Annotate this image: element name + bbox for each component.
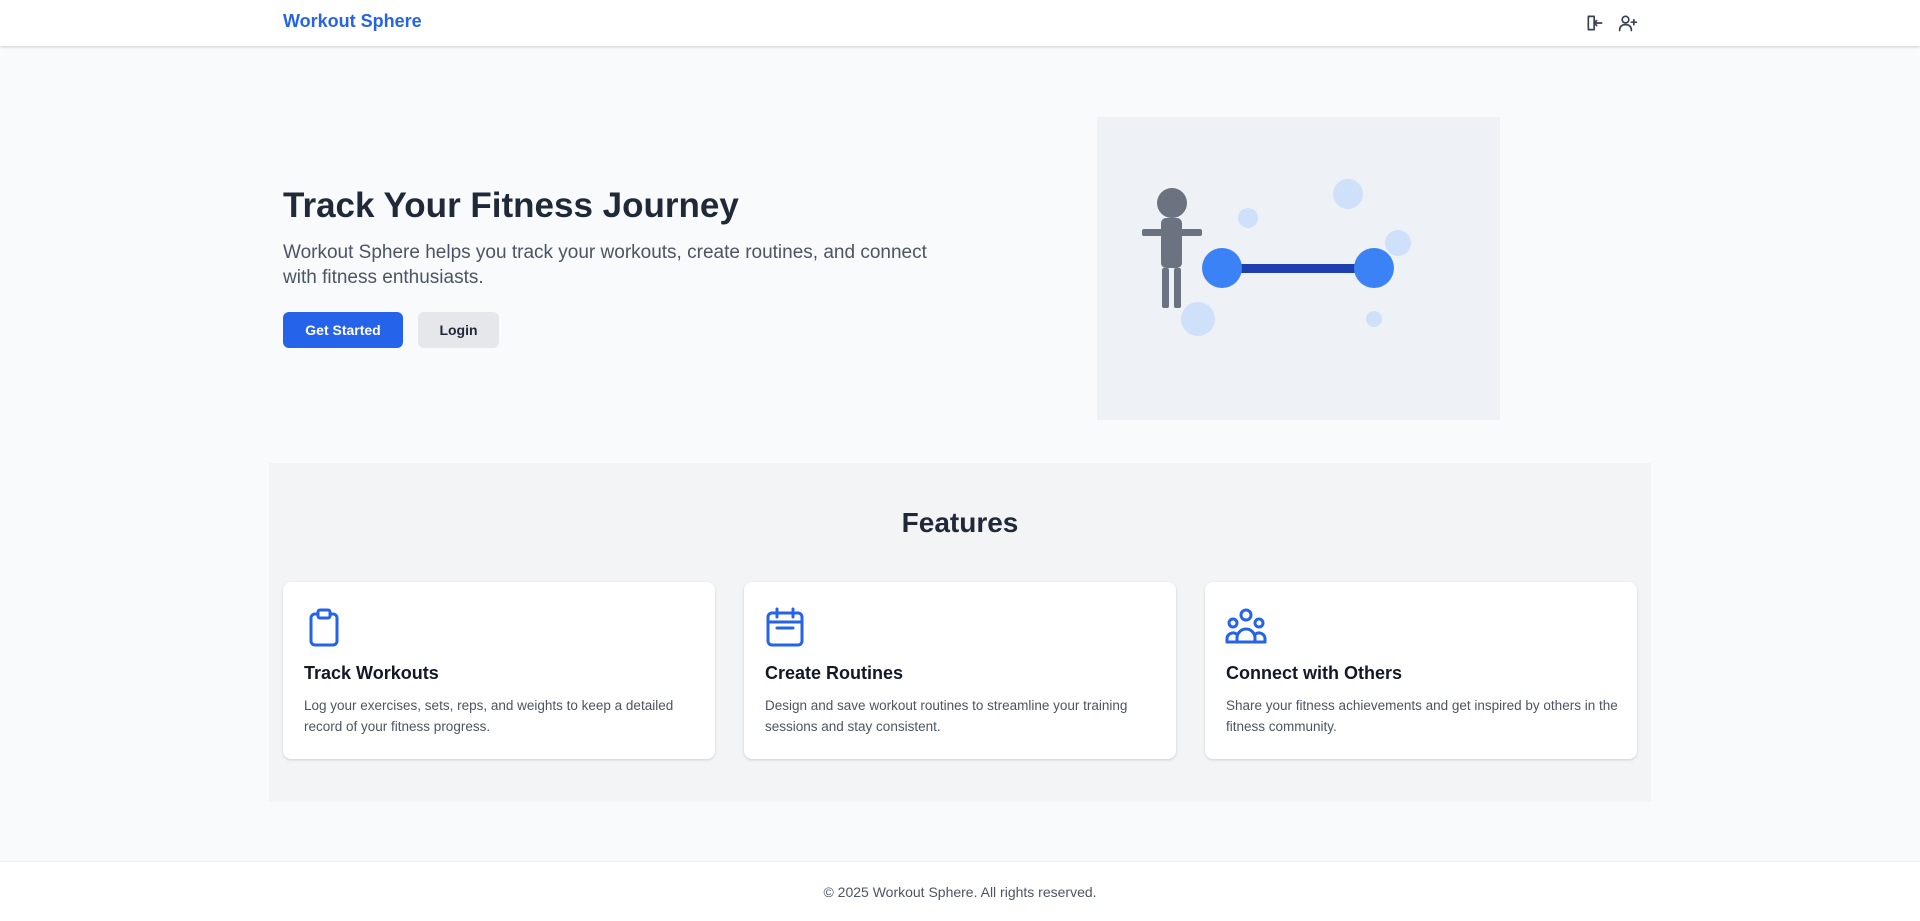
bubble — [1333, 179, 1363, 209]
bubble — [1181, 302, 1215, 336]
brand-logo[interactable]: Workout Sphere — [283, 11, 422, 32]
hero-subtitle: Workout Sphere helps you track your work… — [283, 242, 927, 288]
calendar-icon — [764, 606, 806, 648]
login-button[interactable]: Login — [418, 312, 499, 348]
get-started-button[interactable]: Get Started — [283, 312, 403, 348]
bubble — [1385, 230, 1411, 256]
users-icon — [1225, 606, 1267, 648]
barbell — [1202, 248, 1394, 288]
feature-card-connect-with-others: Connect with Others Share your fitness a… — [1205, 582, 1637, 759]
bubble — [1366, 311, 1382, 327]
feature-title: Track Workouts — [304, 663, 439, 683]
header-actions — [1585, 13, 1638, 33]
footer: © 2025 Workout Sphere. All rights reserv… — [0, 861, 1920, 921]
feature-description: Share your fitness achievements and get … — [1226, 698, 1618, 734]
features-title: Features — [901, 507, 1019, 538]
clipboard-icon — [303, 606, 345, 648]
feature-description: Log your exercises, sets, reps, and weig… — [304, 698, 674, 734]
feature-title: Connect with Others — [1226, 663, 1403, 683]
feature-card-track-workouts: Track Workouts Log your exercises, sets,… — [283, 582, 715, 759]
feature-card-create-routines: Create Routines Design and save workout … — [744, 582, 1176, 759]
feature-description: Design and save workout routines to stre… — [765, 698, 1128, 734]
features-section: Features Track Workouts Log your exercis… — [269, 463, 1651, 802]
feature-title: Create Routines — [765, 663, 904, 683]
hero-title: Track Your Fitness Journey — [283, 186, 739, 225]
person-figure — [1142, 188, 1202, 308]
bubble — [1238, 208, 1258, 228]
hero-illustration — [1097, 117, 1500, 420]
top-nav: Workout Sphere — [0, 0, 1920, 46]
login-icon[interactable] — [1585, 13, 1605, 33]
copyright-text: © 2025 Workout Sphere. All rights reserv… — [823, 884, 1097, 900]
user-plus-icon[interactable] — [1618, 13, 1638, 33]
